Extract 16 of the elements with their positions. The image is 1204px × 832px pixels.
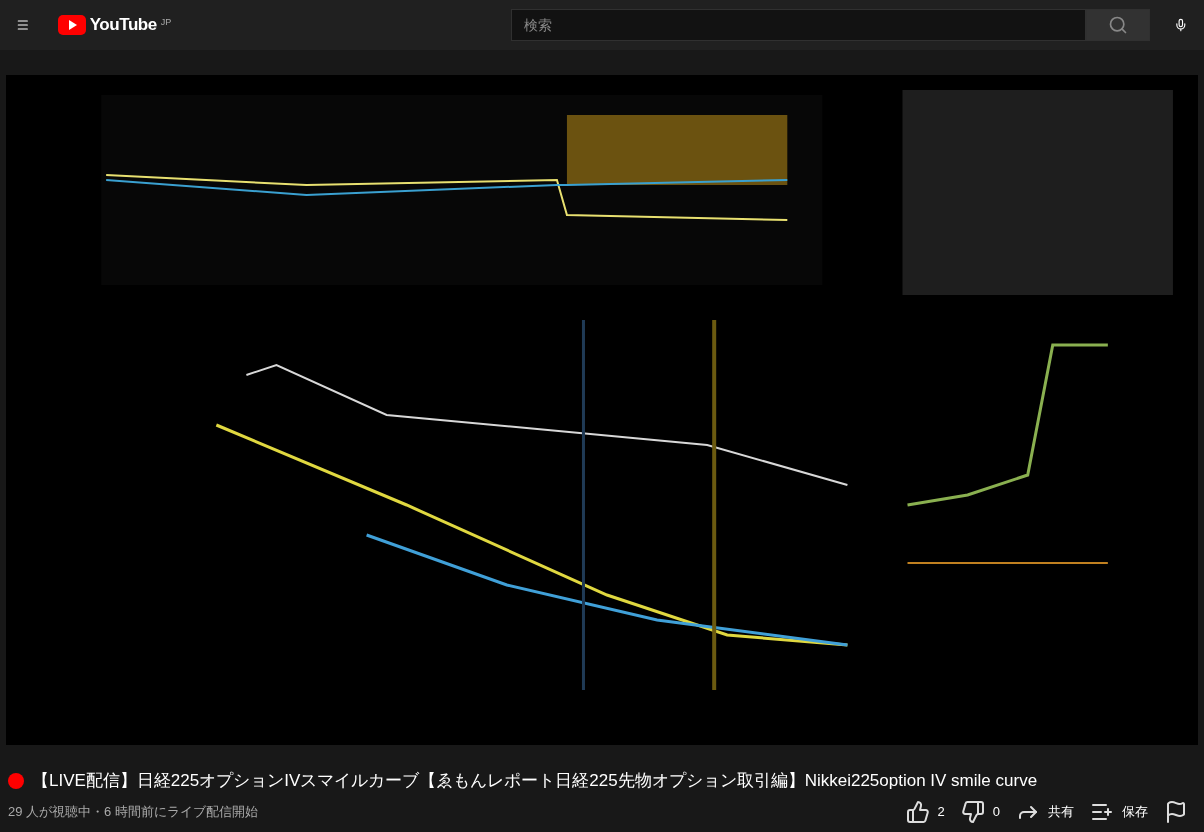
logo-text[interactable]: YouTube <box>89 12 157 38</box>
like-button[interactable]: 2 <box>905 799 945 824</box>
search-field[interactable]: 検索 <box>511 9 1087 41</box>
region-label: JP <box>160 16 172 30</box>
save-button[interactable]: 保存 <box>1090 799 1148 824</box>
logo-icon[interactable] <box>57 15 86 35</box>
dislike-button[interactable]: 0 <box>960 799 1000 824</box>
view-info: 29 人が視聴中・6 時間前にライブ配信開始 <box>8 802 258 821</box>
thumbs-up-icon <box>905 799 930 824</box>
search-button[interactable] <box>1086 9 1151 41</box>
thumbs-down-icon <box>960 799 985 824</box>
video-title: 【LIVE配信】日経225オプションIVスマイルカーブ【ゑもんレポート日経225先物オプション取引編】Nikkei225option IV smile curve <box>32 770 1038 792</box>
flag-icon <box>1164 799 1188 824</box>
search-icon <box>1108 15 1129 35</box>
share-button[interactable]: 共有 <box>1016 799 1074 824</box>
report-button[interactable] <box>1164 799 1188 824</box>
